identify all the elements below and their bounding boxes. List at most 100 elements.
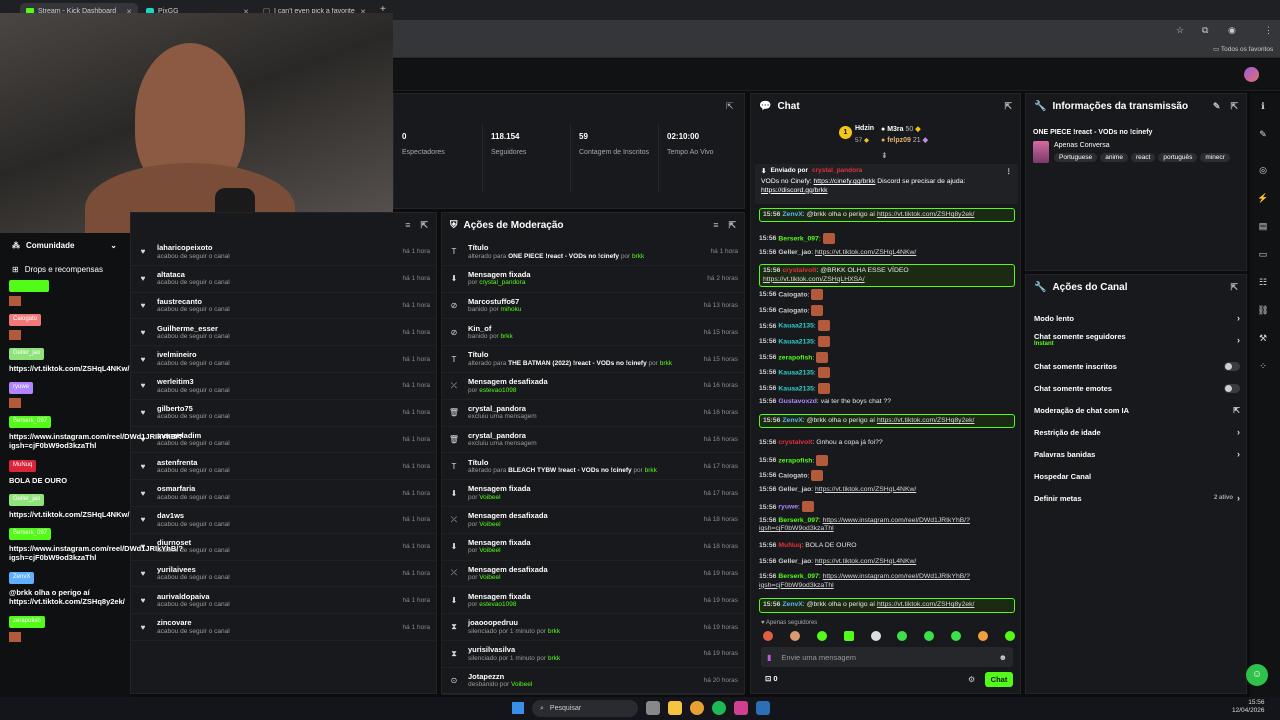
extensions-icon[interactable]: ⧉ <box>1202 25 1208 36</box>
tag[interactable]: minecr <box>1200 153 1230 162</box>
info-icon[interactable]: ℹ <box>1254 97 1272 115</box>
message-username[interactable]: Berserk_097 <box>778 235 818 242</box>
emote-icon[interactable] <box>951 631 962 641</box>
moderator-name[interactable]: crystal_pandora <box>479 279 525 286</box>
toggle-switch[interactable] <box>1224 361 1240 371</box>
tag[interactable]: react <box>1130 153 1156 162</box>
follower-name[interactable]: altataca <box>157 270 230 279</box>
chevron-right-icon[interactable]: › <box>1237 313 1240 323</box>
chevron-right-icon[interactable]: › <box>1237 427 1240 437</box>
channel-action-item[interactable]: Restrição de idade › <box>1034 421 1240 443</box>
app-icon[interactable] <box>734 701 748 715</box>
microphone-icon[interactable]: ▮ <box>767 653 771 662</box>
message-link[interactable]: https://vt.tiktok.com/ZSHqL4NKw/ <box>815 486 916 493</box>
external-link-icon[interactable]: ⇱ <box>1233 406 1240 415</box>
channel-action-item[interactable]: Definir metas 2 ativo › <box>1034 487 1240 509</box>
emote-icon[interactable] <box>897 631 908 641</box>
message-username[interactable]: Kauaa2135 <box>778 385 814 392</box>
moderator-name[interactable]: estevao1098 <box>479 387 516 394</box>
moderator-name[interactable]: Voibeel <box>479 521 500 528</box>
avatar[interactable] <box>1244 67 1259 82</box>
expand-icon[interactable]: ⇱ <box>728 220 736 231</box>
emote-icon[interactable] <box>763 631 773 641</box>
moderator-name[interactable]: Voibeel <box>479 574 500 581</box>
message-username[interactable]: crystalvolt <box>778 439 812 446</box>
message-username[interactable]: zerapofish <box>778 457 812 464</box>
moderator-name[interactable]: brkk <box>501 333 513 340</box>
moderator-name[interactable]: brkk <box>660 360 672 367</box>
moderator-name[interactable]: brkk <box>548 655 560 662</box>
windows-start-icon[interactable] <box>512 702 524 714</box>
channel-action-item[interactable]: Hospedar Canal <box>1034 465 1240 487</box>
settings-icon[interactable]: ⚙ <box>968 675 975 684</box>
message-link[interactable]: https://vt.tiktok.com/ZSHqL4NKw/ <box>815 558 916 565</box>
edit-icon[interactable]: ✎ <box>1213 101 1221 112</box>
emote-icon[interactable] <box>870 631 881 641</box>
expand-icon[interactable]: ⇱ <box>420 220 428 231</box>
message-username[interactable]: MuNuq <box>778 542 801 549</box>
chrome-icon[interactable] <box>690 701 704 715</box>
message-username[interactable]: Kauaa2135 <box>778 323 814 330</box>
message-username[interactable]: ZenvX <box>782 417 802 424</box>
message-username[interactable]: ZenvX <box>782 601 802 608</box>
moderator-name[interactable]: brkk <box>548 628 560 635</box>
message-username[interactable]: Geller_jao <box>778 486 811 493</box>
message-link[interactable]: https://vt.tiktok.com/ZSHqL4NKw/ <box>815 249 916 256</box>
message-username[interactable]: zerapofish <box>778 354 812 361</box>
channel-action-item[interactable]: Palavras banidas › <box>1034 443 1240 465</box>
message-link[interactable]: https://vt.tiktok.com/ZSHq8y2ek/ <box>877 601 974 608</box>
chat-input[interactable]: ▮ Envie uma mensagem ☻ <box>761 647 1013 667</box>
expand-icon[interactable]: ⇱ <box>1004 101 1012 112</box>
pinned-link-discord[interactable]: https://discord.gg/brkk <box>761 187 828 194</box>
tag[interactable]: anime <box>1100 153 1128 162</box>
pinned-link-cinefy[interactable]: https://cinefy.gg/brkk <box>814 178 876 185</box>
sliders-icon[interactable]: ☷ <box>1254 273 1272 291</box>
leader-2[interactable]: ● M3ra 50 ◆ <box>881 125 921 133</box>
moderator-name[interactable]: Voibeel <box>479 494 500 501</box>
message-username[interactable]: Kauaa2135 <box>778 338 814 345</box>
follower-name[interactable]: laharicopeixoto <box>157 243 230 252</box>
emote-icon[interactable] <box>843 631 854 641</box>
calendar-icon[interactable]: ▤ <box>1254 217 1272 235</box>
message-link[interactable]: https://vt.tiktok.com/ZSHq8y2ek/ <box>877 417 974 424</box>
message-username[interactable]: Berserk_097 <box>778 573 818 580</box>
community-title[interactable]: ⁂ Comunidade ⌄ <box>12 241 117 250</box>
message-username[interactable]: Geller_jao <box>778 558 811 565</box>
nodes-icon[interactable]: ⁘ <box>1254 357 1272 375</box>
star-icon[interactable]: ☆ <box>1176 25 1184 36</box>
tag[interactable]: português <box>1158 153 1198 162</box>
message-username[interactable]: Kauaa2135 <box>778 369 814 376</box>
clock[interactable]: 15:56 12/04/2026 <box>1232 699 1265 716</box>
support-chat-button[interactable]: ☺ <box>1246 664 1268 686</box>
all-bookmarks-link[interactable]: ▭ Todos os favoritos <box>1213 45 1273 53</box>
channel-action-item[interactable]: Moderação de chat com IA ⇱ <box>1034 399 1240 421</box>
emote-icon[interactable] <box>1004 631 1015 641</box>
message-icon[interactable]: ▭ <box>1254 245 1272 263</box>
filter-icon[interactable]: ≡ <box>713 220 718 231</box>
camera-icon[interactable]: ◎ <box>1254 161 1272 179</box>
menu-icon[interactable]: ⋮ <box>1264 25 1273 36</box>
message-username[interactable]: Caiogato <box>778 472 807 479</box>
link-icon[interactable]: ⛓ <box>1254 301 1272 319</box>
channel-action-item[interactable]: Chat somente emotes <box>1034 377 1240 399</box>
leader-3[interactable]: ● felpz09 21 ◆ <box>881 136 928 144</box>
profile-icon[interactable]: ◉ <box>1228 25 1236 36</box>
emote-icon[interactable] <box>816 631 827 641</box>
pen-icon[interactable]: ✎ <box>1254 125 1272 143</box>
moderator-name[interactable]: Voibeel <box>511 681 532 688</box>
message-link[interactable]: https://vt.tiktok.com/ZSHq8y2ek/ <box>877 211 974 218</box>
chevron-right-icon[interactable]: › <box>1237 493 1240 503</box>
message-username[interactable]: Caiogato <box>778 307 807 314</box>
drops-link[interactable]: ⊞ Drops e recompensas <box>12 265 103 274</box>
wrench-icon[interactable]: ⚒ <box>1254 329 1272 347</box>
moderator-name[interactable]: Voibeel <box>479 547 500 554</box>
leader-1[interactable]: Hdzin <box>855 125 874 132</box>
toggle-switch[interactable] <box>1224 383 1240 393</box>
message-username[interactable]: Geller_jao <box>778 249 811 256</box>
message-username[interactable]: Caiogato <box>778 291 807 298</box>
task-view-icon[interactable] <box>646 701 660 715</box>
taskbar-search[interactable]: ⌕ Pesquisar <box>532 700 638 717</box>
moderator-name[interactable]: mihoku <box>501 306 522 313</box>
message-username[interactable]: ZenvX <box>782 211 802 218</box>
channel-action-item[interactable]: Chat somente seguidores Instant › <box>1034 329 1240 351</box>
